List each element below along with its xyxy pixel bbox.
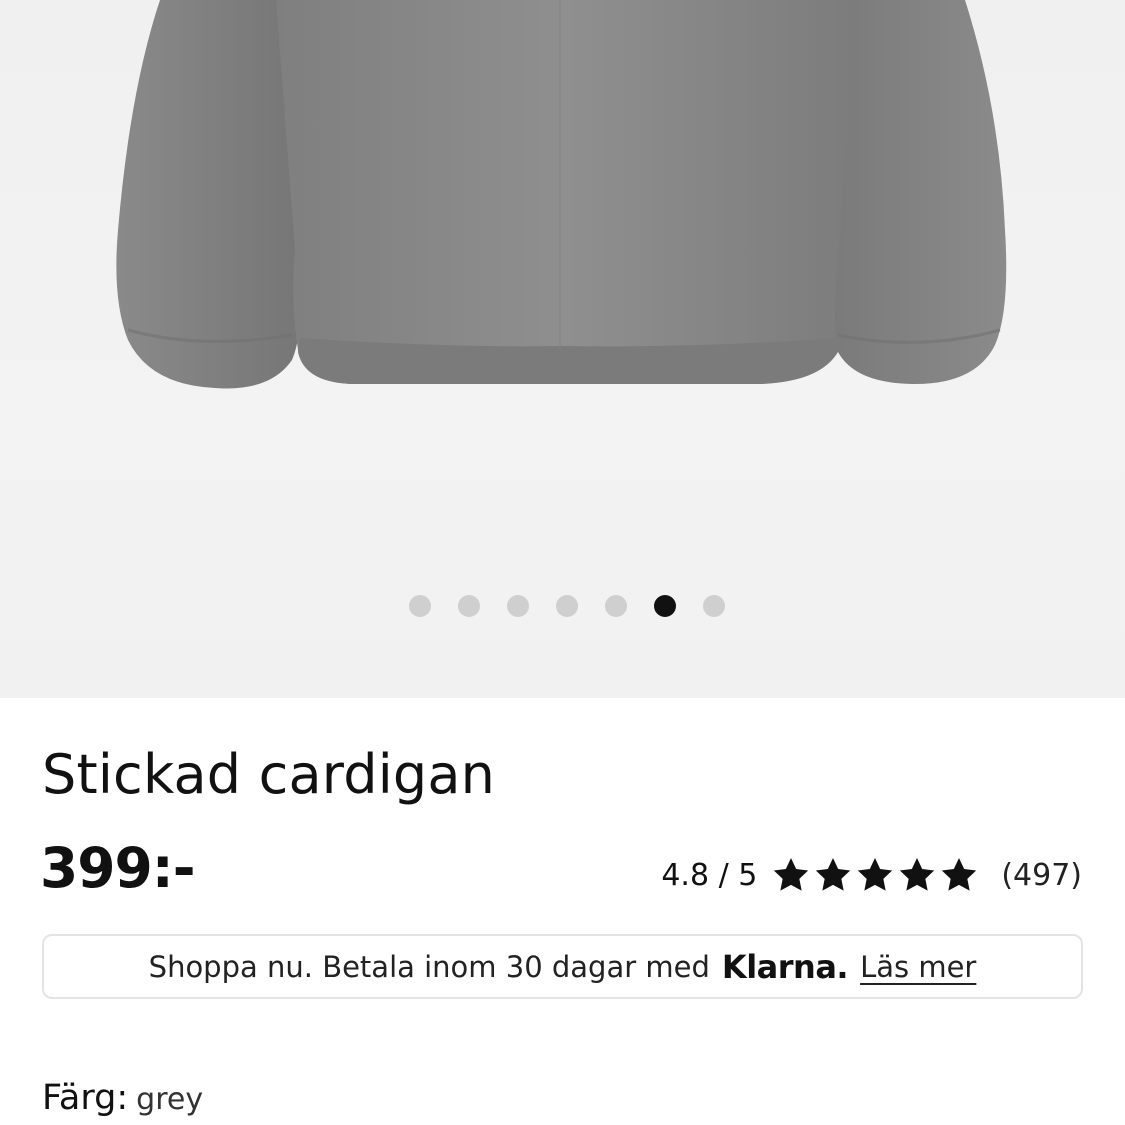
color-selector: Färg: grey [42, 1078, 203, 1118]
klarna-text: Shoppa nu. Betala inom 30 dagar med [148, 949, 710, 984]
product-rating[interactable]: 4.8 / 5 (497) [661, 852, 1082, 898]
klarna-logo: Klarna. [721, 947, 849, 986]
star-icon [942, 858, 977, 891]
pagination-dot[interactable] [457, 595, 480, 617]
rating-stars [771, 855, 979, 895]
pagination-dot[interactable] [506, 595, 529, 617]
color-label: Färg: [42, 1078, 129, 1118]
pagination-dot[interactable] [408, 595, 431, 617]
product-price: 399:- [40, 836, 196, 900]
image-pagination-dots[interactable] [0, 593, 1125, 619]
rating-score: 4.8 / 5 [661, 857, 758, 893]
klarna-read-more-link[interactable]: Läs mer [860, 950, 976, 984]
review-count[interactable]: (497) [1001, 858, 1082, 893]
star-icon [774, 858, 809, 891]
product-image-gallery[interactable] [0, 0, 1125, 698]
pagination-dot[interactable] [604, 595, 627, 617]
pagination-dot[interactable] [555, 595, 578, 617]
star-icon [816, 858, 851, 891]
klarna-banner: Shoppa nu. Betala inom 30 dagar med Klar… [42, 934, 1083, 999]
pagination-dot[interactable] [702, 595, 725, 617]
product-title: Stickad cardigan [42, 743, 496, 806]
star-icon [900, 858, 935, 891]
color-value: grey [136, 1082, 204, 1117]
star-icon [858, 858, 893, 891]
pagination-dot-active[interactable] [653, 595, 676, 617]
